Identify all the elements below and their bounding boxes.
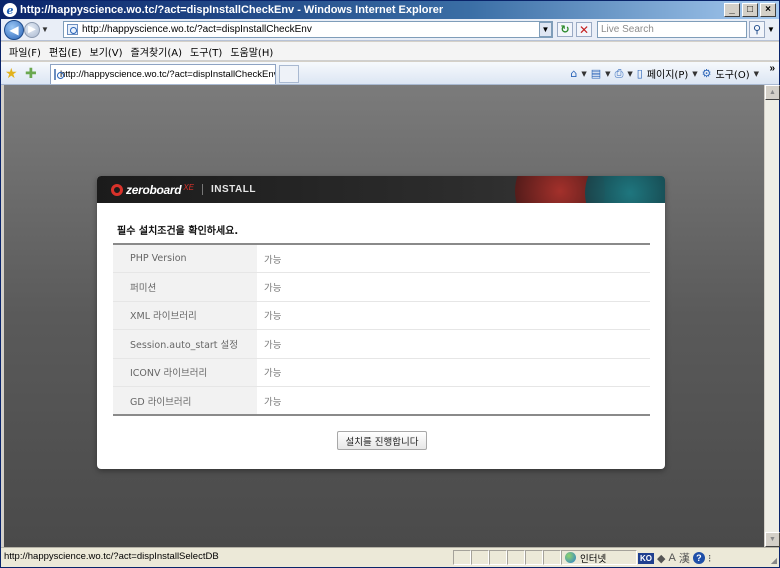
requirement-label: XML 라이브러리 bbox=[113, 301, 257, 330]
window-title: http://happyscience.wo.tc/?act=dispInsta… bbox=[20, 4, 444, 16]
search-icon[interactable]: ⚲ bbox=[749, 21, 765, 38]
table-row: 퍼미션 가능 bbox=[113, 272, 650, 302]
minimize-button[interactable]: _ bbox=[724, 3, 740, 17]
requirement-status: 가능 bbox=[264, 396, 282, 408]
ime-char-icon[interactable]: A bbox=[668, 552, 675, 564]
requirement-label: Session.auto_start 설정 bbox=[113, 329, 257, 359]
requirements-table: PHP Version 가능 퍼미션 가능 XML 라이브러리 가능 Sessi… bbox=[113, 243, 650, 416]
requirement-label: GD 라이브러리 bbox=[113, 386, 257, 415]
ime-toolbar: KO ◆ A 漢 ? ⁝ bbox=[638, 550, 711, 566]
zone-label: 인터넷 bbox=[580, 553, 607, 565]
ime-mode-icon[interactable]: ◆ bbox=[657, 552, 665, 565]
table-row: PHP Version 가능 bbox=[113, 244, 650, 273]
new-tab-button[interactable] bbox=[279, 65, 299, 83]
requirement-label: 퍼미션 bbox=[113, 272, 257, 302]
menu-edit[interactable]: 편집(E) bbox=[45, 44, 86, 59]
back-button[interactable]: ◀ bbox=[4, 19, 24, 40]
install-panel: zeroboard XE INSTALL 필수 설치조건을 확인하세요. PHP… bbox=[97, 176, 665, 469]
header-decoration-teal bbox=[585, 176, 665, 203]
menu-tools[interactable]: 도구(T) bbox=[186, 44, 226, 59]
search-input[interactable]: Live Search bbox=[597, 21, 747, 38]
tab-label: http://happyscience.wo.tc/?act=dispInsta… bbox=[60, 69, 276, 80]
requirement-label: ICONV 라이브러리 bbox=[113, 358, 257, 387]
search-placeholder: Live Search bbox=[601, 24, 654, 35]
menu-bar: 파일(F) 편집(E) 보기(V) 즐겨찾기(A) 도구(T) 도움말(H) bbox=[1, 42, 779, 61]
status-bar: http://happyscience.wo.tc/?act=dispInsta… bbox=[1, 547, 779, 567]
page-menu[interactable]: 페이지(P) bbox=[647, 66, 688, 81]
zeroboard-logo-icon bbox=[111, 183, 123, 196]
add-favorites-icon[interactable]: ✚ bbox=[25, 65, 37, 82]
status-panes bbox=[453, 550, 561, 565]
requirement-label: PHP Version bbox=[113, 244, 257, 273]
scroll-down-arrow-icon[interactable]: ▼ bbox=[765, 532, 780, 547]
page-icon-cmd: ▯ bbox=[636, 67, 643, 80]
menu-view[interactable]: 보기(V) bbox=[86, 44, 127, 59]
favorites-center-icon[interactable]: ★ bbox=[5, 65, 18, 82]
address-toolbar: ◀ ▶ ▼ http://happyscience.wo.tc/?act=dis… bbox=[1, 19, 779, 41]
tab-bar: ★ ✚ http://happyscience.wo.tc/?act=dispI… bbox=[1, 62, 779, 85]
help-icon[interactable]: ? bbox=[692, 552, 705, 564]
address-dropdown-button[interactable]: ▼ bbox=[539, 22, 552, 37]
header-divider bbox=[201, 184, 203, 195]
address-input[interactable]: http://happyscience.wo.tc/?act=dispInsta… bbox=[63, 21, 553, 38]
recent-pages-dropdown[interactable]: ▼ bbox=[40, 25, 50, 34]
table-row: GD 라이브러리 가능 bbox=[113, 386, 650, 415]
resize-grip-icon[interactable]: ◢ bbox=[771, 556, 777, 565]
ime-hanja-icon[interactable]: 漢 bbox=[679, 550, 690, 566]
feeds-icon[interactable]: ▤ bbox=[591, 67, 601, 80]
requirement-status: 가능 bbox=[257, 272, 650, 302]
globe-icon bbox=[565, 552, 576, 563]
title-bar: e http://happyscience.wo.tc/?act=dispIns… bbox=[1, 1, 779, 19]
section-label: INSTALL bbox=[210, 184, 256, 195]
menu-help[interactable]: 도움말(H) bbox=[226, 44, 277, 59]
requirement-status: 가능 bbox=[257, 244, 650, 273]
vertical-scrollbar[interactable]: ▲ ▼ bbox=[764, 85, 780, 547]
ime-language[interactable]: KO bbox=[638, 552, 654, 564]
page-title: 필수 설치조건을 확인하세요. bbox=[117, 226, 239, 237]
forward-button[interactable]: ▶ bbox=[24, 21, 40, 38]
logo-suffix: XE bbox=[183, 183, 194, 192]
tab-page-icon bbox=[54, 69, 64, 80]
security-zone[interactable]: 인터넷 bbox=[561, 550, 637, 565]
address-url: http://happyscience.wo.tc/?act=dispInsta… bbox=[82, 24, 312, 35]
requirement-status: 가능 bbox=[257, 358, 650, 387]
tools-menu[interactable]: 도구(O) bbox=[716, 66, 750, 81]
print-icon[interactable]: ⎙ bbox=[615, 67, 624, 81]
table-row: XML 라이브러리 가능 bbox=[113, 301, 650, 330]
stop-button[interactable]: ✕ bbox=[576, 22, 592, 37]
home-icon[interactable]: ⌂ bbox=[570, 67, 577, 80]
page-content: zeroboard XE INSTALL 필수 설치조건을 확인하세요. PHP… bbox=[4, 85, 764, 547]
page-icon bbox=[67, 24, 78, 35]
requirement-status: 가능 bbox=[257, 329, 650, 359]
scroll-up-arrow-icon[interactable]: ▲ bbox=[765, 85, 780, 100]
table-row: Session.auto_start 설정 가능 bbox=[113, 329, 650, 359]
install-header: zeroboard XE INSTALL bbox=[97, 176, 665, 203]
logo-text: zeroboard bbox=[126, 182, 182, 197]
ime-options-icon[interactable]: ⁝ bbox=[708, 552, 712, 565]
search-options-dropdown[interactable]: ▼ bbox=[766, 21, 776, 38]
command-bar: ⌂ ▼ ▤ ▼ ⎙ ▼ ▯ 페이지(P) ▼ ⚙ 도구(O) ▼ bbox=[570, 66, 759, 82]
close-button[interactable]: × bbox=[760, 3, 776, 17]
refresh-button[interactable]: ↻ bbox=[557, 22, 573, 37]
table-row: ICONV 라이브러리 가능 bbox=[113, 358, 650, 387]
requirement-status: 가능 bbox=[257, 301, 650, 330]
status-text: http://happyscience.wo.tc/?act=dispInsta… bbox=[4, 551, 219, 562]
tab-active[interactable]: http://happyscience.wo.tc/?act=dispInsta… bbox=[50, 64, 276, 84]
menu-file[interactable]: 파일(F) bbox=[5, 44, 45, 59]
internet-explorer-icon: e bbox=[3, 3, 17, 17]
gear-icon: ⚙ bbox=[701, 67, 712, 80]
browser-window: e http://happyscience.wo.tc/?act=dispIns… bbox=[0, 0, 780, 568]
proceed-install-button[interactable]: 설치를 진행합니다 bbox=[337, 431, 427, 450]
chevron-more-icon[interactable]: » bbox=[769, 63, 775, 74]
menu-favorites[interactable]: 즐겨찾기(A) bbox=[127, 44, 186, 59]
maximize-button[interactable]: □ bbox=[742, 3, 758, 17]
